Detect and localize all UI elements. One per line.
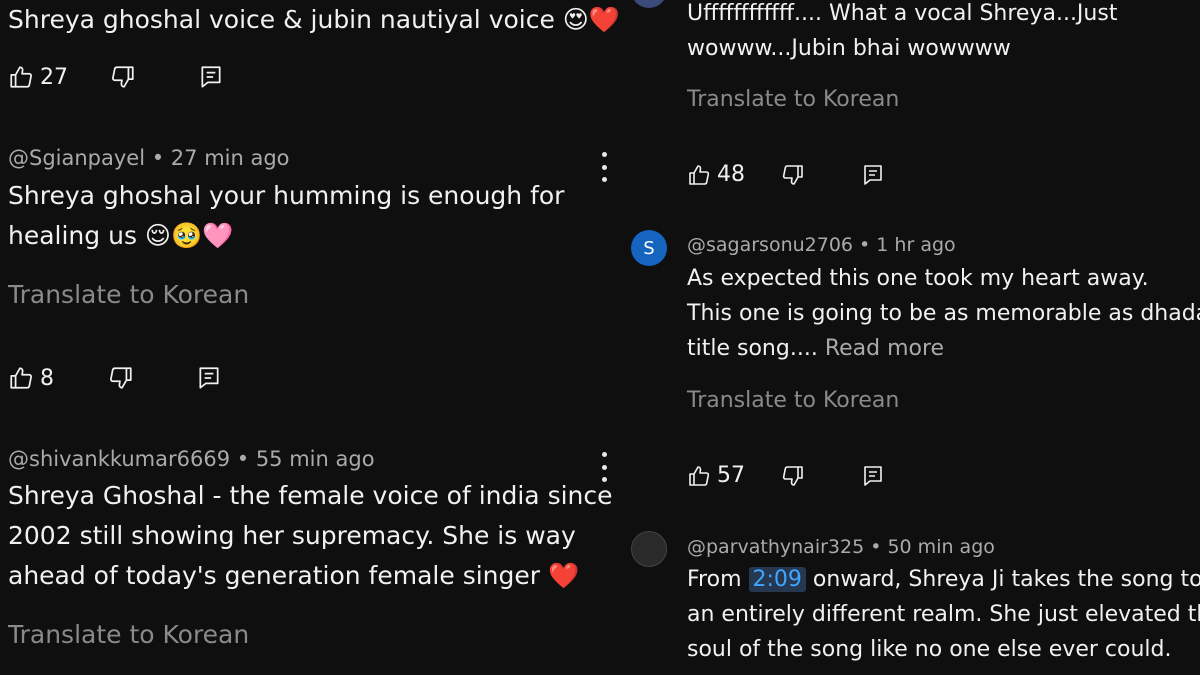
comment-text-line: As expected this one took my heart away. (687, 266, 1149, 291)
comment-meta[interactable]: @sagarsonu2706 • 1 hr ago (687, 234, 956, 256)
thumb-up-icon (8, 64, 34, 90)
dislike-button[interactable] (781, 163, 805, 187)
dislike-button[interactable] (108, 365, 134, 391)
comment-text-line: Uffffffffffff.... What a vocal Shreya...… (687, 1, 1118, 26)
comment-actions: 8 (8, 365, 222, 391)
comment-text-line: 2002 still showing her supremacy. She is… (8, 521, 576, 550)
comment-text-line: Shreya Ghoshal - the female voice of ind… (8, 481, 613, 510)
like-button[interactable]: 48 (687, 162, 745, 187)
comment-reply-icon (861, 464, 885, 488)
comment-text: Shreya ghoshal voice & jubin nautiyal vo… (8, 5, 620, 34)
comments-column-left: Shreya ghoshal voice & jubin nautiyal vo… (0, 0, 620, 675)
like-count: 57 (717, 463, 745, 488)
comment-reply-icon (198, 64, 224, 90)
like-count: 48 (717, 162, 745, 187)
reply-button[interactable] (196, 365, 222, 391)
comment-actions: 48 (687, 162, 885, 187)
thumb-down-icon (781, 163, 805, 187)
dislike-button[interactable] (110, 64, 136, 90)
comment-meta[interactable]: @parvathynair325 • 50 min ago (687, 536, 995, 558)
comment-text-line: This one is going to be as memorable as … (687, 301, 1200, 326)
comment-text-line: title song.... Read more (687, 331, 944, 366)
like-button[interactable]: 57 (687, 463, 745, 488)
reply-button[interactable] (198, 64, 224, 90)
thumb-up-icon (687, 464, 711, 488)
comment-text-line: Shreya ghoshal your humming is enough fo… (8, 181, 565, 210)
comment-text-fragment: From (687, 567, 742, 592)
like-button[interactable]: 27 (8, 64, 68, 90)
comment-reply-icon (196, 365, 222, 391)
dislike-button[interactable] (781, 464, 805, 488)
comment-text-line: an entirely different realm. She just el… (687, 602, 1200, 627)
thumb-down-icon (110, 64, 136, 90)
comment-text-fragment: title song.... (687, 336, 818, 361)
comment-text-line: soul of the song like no one else ever c… (687, 637, 1172, 662)
comment-text-line: From 2:09 onward, Shreya Ji takes the so… (687, 562, 1200, 597)
comment-text-fragment: onward, Shreya Ji takes the song to (812, 567, 1200, 592)
thumb-up-icon (687, 163, 711, 187)
thumb-up-icon (8, 365, 34, 391)
comments-column-right: Uffffffffffff.... What a vocal Shreya...… (620, 0, 1200, 675)
comment-text-line: healing us 😌🥹🩷 (8, 221, 234, 250)
timestamp-link[interactable]: 2:09 (748, 567, 806, 592)
reply-button[interactable] (861, 464, 885, 488)
like-count: 8 (40, 365, 54, 391)
comment-meta[interactable]: @shivankkumar6669 • 55 min ago (8, 447, 375, 471)
reply-button[interactable] (861, 163, 885, 187)
translate-button[interactable]: Translate to Korean (687, 388, 899, 413)
comment-text-line: wowww...Jubin bhai wowwww (687, 36, 1011, 61)
read-more-link[interactable]: Read more (825, 336, 944, 361)
avatar[interactable] (631, 0, 667, 8)
avatar[interactable] (631, 531, 667, 567)
translate-button[interactable]: Translate to Korean (687, 87, 899, 112)
comment-text-line: ahead of today's generation female singe… (8, 561, 580, 590)
comment-actions: 27 (8, 64, 224, 90)
translate-button[interactable]: Translate to Korean (8, 280, 249, 309)
comment-reply-icon (861, 163, 885, 187)
like-button[interactable]: 8 (8, 365, 54, 391)
translate-button[interactable]: Translate to Korean (8, 620, 249, 649)
thumb-down-icon (108, 365, 134, 391)
more-vertical-icon[interactable] (592, 150, 616, 184)
avatar[interactable]: S (631, 230, 667, 266)
thumb-down-icon (781, 464, 805, 488)
comment-meta[interactable]: @Sgianpayel • 27 min ago (8, 146, 290, 170)
like-count: 27 (40, 64, 68, 90)
comment-actions: 57 (687, 463, 885, 488)
